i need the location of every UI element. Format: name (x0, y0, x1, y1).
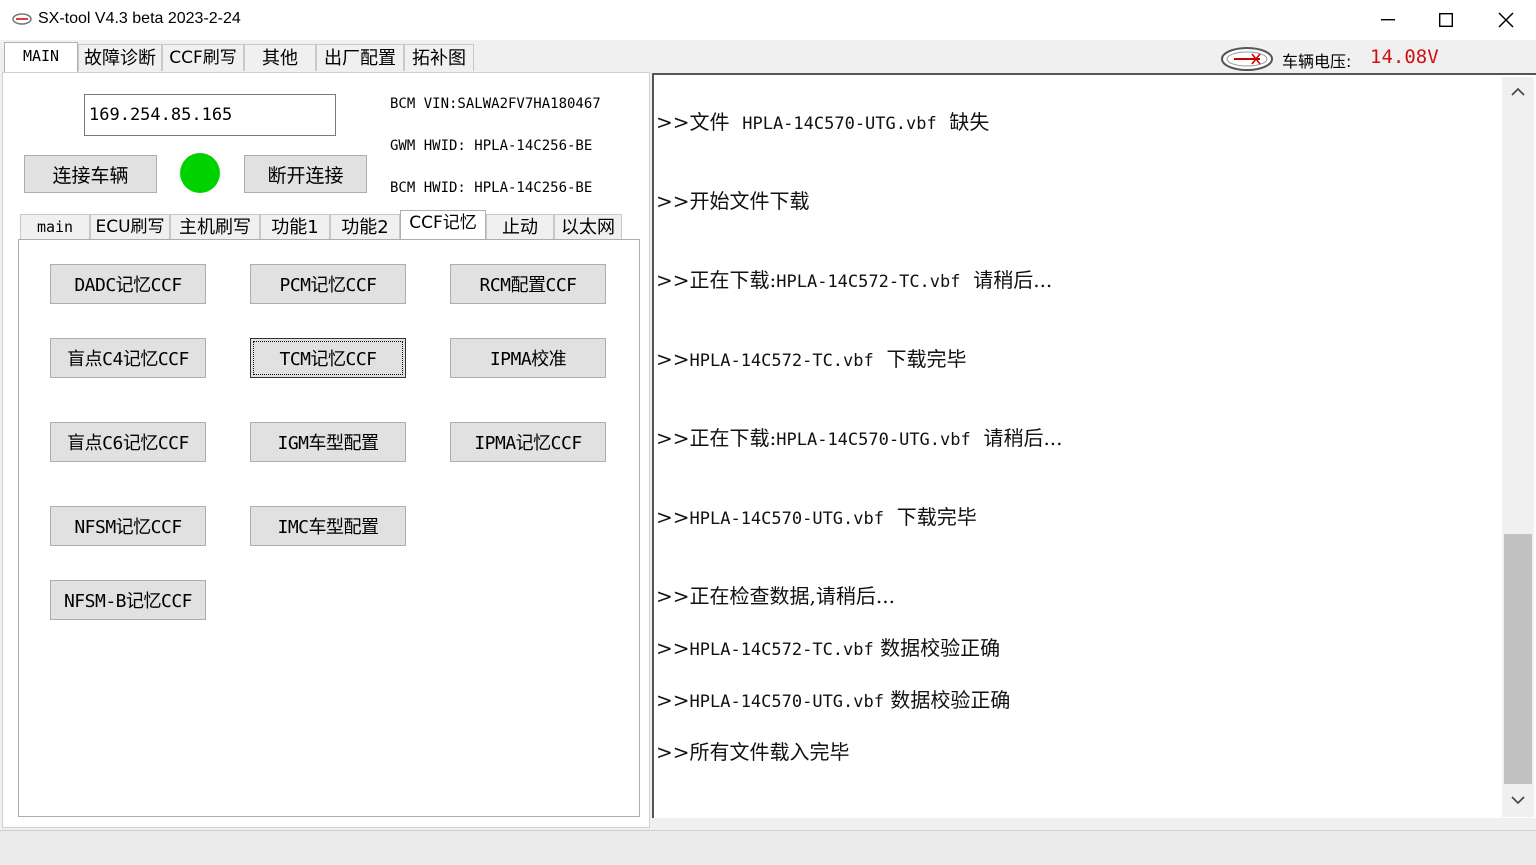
close-button[interactable] (1476, 0, 1536, 40)
tab-function-1[interactable]: 功能1 (260, 214, 330, 239)
scroll-down-arrow-icon[interactable] (1510, 794, 1526, 806)
scroll-up-arrow-icon[interactable] (1510, 86, 1526, 98)
tab-ccf-memory[interactable]: CCF记忆 (400, 210, 486, 240)
tab-ethernet[interactable]: 以太网 (554, 214, 622, 239)
nfsm-memory-ccf-button[interactable]: NFSM记忆CCF (50, 506, 206, 546)
tab-diagnosis[interactable]: 故障诊断 (78, 44, 162, 71)
maximize-icon (1439, 13, 1453, 27)
log-line: >>文件 HPLA-14C570-UTG.vbf 缺失 (656, 110, 990, 134)
tab-ccf-flash[interactable]: CCF刷写 (162, 44, 244, 71)
imc-model-config-button[interactable]: IMC车型配置 (250, 506, 406, 546)
tab-factory-config[interactable]: 出厂配置 (316, 44, 404, 71)
log-line: >>HPLA-14C572-TC.vbf 数据校验正确 (656, 636, 1001, 660)
log-line: >>HPLA-14C572-TC.vbf 下载完毕 (656, 347, 967, 371)
tab-head-unit-flash[interactable]: 主机刷写 (170, 214, 260, 239)
minimize-icon (1381, 19, 1395, 21)
nfsm-b-memory-ccf-button[interactable]: NFSM-B记忆CCF (50, 580, 206, 620)
maximize-button[interactable] (1416, 0, 1476, 40)
tcm-memory-ccf-button[interactable]: TCM记忆CCF (250, 338, 406, 378)
app-logo-icon (12, 13, 32, 25)
tab-function-2[interactable]: 功能2 (330, 214, 400, 239)
ipma-memory-ccf-button[interactable]: IPMA记忆CCF (450, 422, 606, 462)
vehicle-voltage-value: 14.08V (1370, 46, 1439, 68)
bcm-hwid-text: BCM HWID: HPLA-14C256-BE (390, 180, 593, 196)
log-line: >>HPLA-14C570-UTG.vbf 数据校验正确 (656, 688, 1011, 712)
log-line: >>正在检查数据,请稍后... (656, 584, 895, 608)
tab-inner-main[interactable]: main (20, 214, 90, 239)
tab-main[interactable]: MAIN (4, 42, 78, 72)
scrollbar-thumb[interactable] (1504, 534, 1532, 784)
status-bar (0, 830, 1536, 865)
log-line: >>正在下载:HPLA-14C572-TC.vbf 请稍后... (656, 268, 1053, 292)
minimize-button[interactable] (1358, 0, 1418, 40)
tab-other[interactable]: 其他 (244, 44, 316, 71)
bcm-vin-text: BCM VIN:SALWA2FV7HA180467 (390, 96, 601, 112)
log-line: >>开始文件下载 (656, 189, 810, 213)
log-line: >>正在下载:HPLA-14C570-UTG.vbf 请稍后... (656, 426, 1063, 450)
tab-immobilizer[interactable]: 止动 (486, 214, 554, 239)
log-line: >>所有文件载入完毕 (656, 740, 850, 764)
connect-vehicle-button[interactable]: 连接车辆 (24, 155, 157, 193)
blindspot-c4-memory-ccf-button[interactable]: 盲点C4记忆CCF (50, 338, 206, 378)
close-icon (1498, 12, 1514, 28)
tab-ecu-flash[interactable]: ECU刷写 (90, 214, 170, 239)
connection-status-indicator (180, 153, 220, 193)
rcm-config-ccf-button[interactable]: RCM配置CCF (450, 264, 606, 304)
window-title: SX-tool V4.3 beta 2023-2-24 (38, 10, 241, 27)
ipma-calibration-button[interactable]: IPMA校准 (450, 338, 606, 378)
gwm-hwid-text: GWM HWID: HPLA-14C256-BE (390, 138, 593, 154)
vehicle-voltage-label: 车辆电压: (1282, 52, 1352, 71)
pcm-memory-ccf-button[interactable]: PCM记忆CCF (250, 264, 406, 304)
ip-address-input[interactable]: 169.254.85.165 (84, 94, 336, 136)
sx-logo-icon (1221, 47, 1273, 71)
log-line: >>HPLA-14C570-UTG.vbf 下载完毕 (656, 505, 977, 529)
dadc-memory-ccf-button[interactable]: DADC记忆CCF (50, 264, 206, 304)
blindspot-c6-memory-ccf-button[interactable]: 盲点C6记忆CCF (50, 422, 206, 462)
igm-model-config-button[interactable]: IGM车型配置 (250, 422, 406, 462)
tab-topology[interactable]: 拓补图 (404, 44, 474, 71)
disconnect-button[interactable]: 断开连接 (244, 155, 367, 193)
